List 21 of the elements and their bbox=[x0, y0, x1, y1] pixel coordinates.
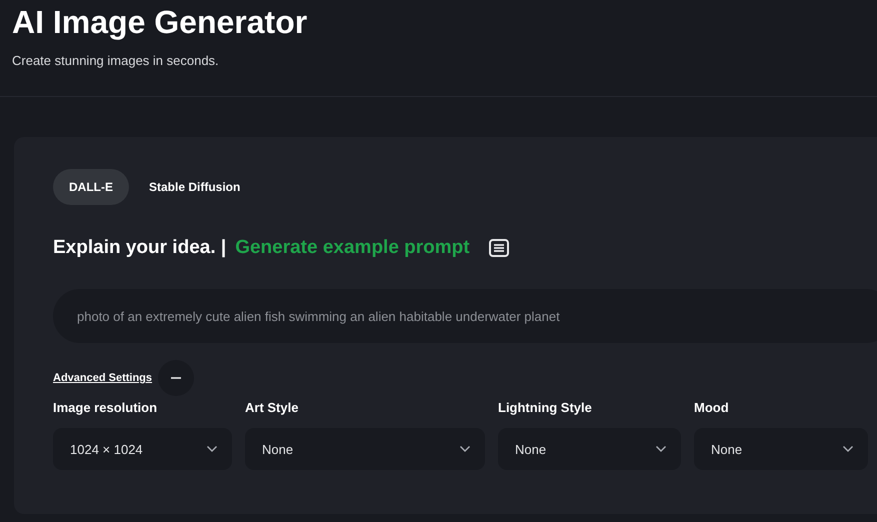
setting-label: Art Style bbox=[245, 400, 300, 417]
setting-label: Image resolution bbox=[53, 400, 158, 417]
select-dropdown[interactable]: None bbox=[498, 428, 681, 470]
model-tab[interactable]: Stable Diffusion bbox=[133, 169, 256, 205]
chevron-down-icon bbox=[842, 445, 854, 453]
list-icon[interactable] bbox=[488, 239, 509, 257]
page-title: AI Image Generator bbox=[12, 4, 308, 40]
example-prompt-link[interactable]: Generate example prompt bbox=[235, 237, 470, 259]
chevron-down-icon bbox=[206, 445, 218, 453]
chevron-down-icon bbox=[459, 445, 471, 453]
prompt-field[interactable]: photo of an extremely cute alien fish swimming an alien habitable underwater planet bbox=[53, 289, 877, 343]
setting-label: Mood bbox=[694, 400, 730, 417]
chevron-down-icon bbox=[655, 445, 667, 453]
prompt-heading: Explain your idea. | bbox=[53, 237, 226, 259]
advanced-settings-link[interactable]: Advanced Settings bbox=[53, 372, 152, 384]
select-dropdown[interactable]: None bbox=[245, 428, 485, 470]
model-tab[interactable]: DALL-E bbox=[53, 169, 129, 205]
select-dropdown[interactable]: None bbox=[694, 428, 868, 470]
setting-label: Lightning Style bbox=[498, 400, 593, 417]
page-subtitle: Create stunning images in seconds. bbox=[12, 53, 220, 68]
select-dropdown[interactable]: 1024 × 1024 bbox=[53, 428, 232, 470]
